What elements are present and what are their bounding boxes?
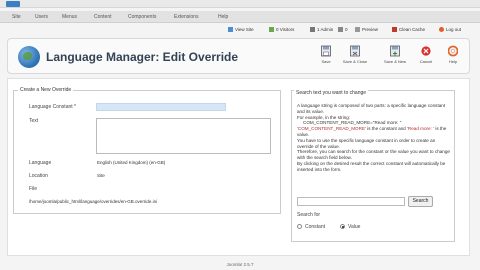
page-title: Language Manager: Edit Override [46,50,239,64]
version-footer: Joomla! 2.5.7 [226,262,254,267]
constant-radio-label: Constant [305,224,326,230]
search-button[interactable]: Search [408,196,433,207]
messages-count[interactable]: 0 [338,27,348,33]
menu-item-components[interactable]: Components [128,14,156,20]
search-for-label: Search for [297,212,321,218]
top-strip [0,0,480,8]
save-close-button[interactable]: Save & Close [342,44,368,70]
cancel-button[interactable]: Cancel [413,44,439,70]
globe-icon [18,46,40,68]
save-icon [321,45,331,57]
value-radio[interactable] [340,224,345,229]
logout-icon [439,27,444,33]
help-icon [448,45,458,57]
preview-icon [355,27,360,33]
admin-menu-bar: Site Users Menus Content Components Exte… [0,11,480,23]
visitors-count: 0 Visitors [269,27,294,33]
help-button[interactable]: Help [440,44,466,70]
search-legend: Search text you want to change [294,90,369,96]
search-input[interactable] [297,197,405,206]
file-label: File [29,186,38,192]
create-override-legend: Create a New Override [18,87,74,93]
menu-item-menus[interactable]: Menus [62,14,77,20]
clean-cache-icon [392,27,397,33]
preview-link[interactable]: Preview [355,27,378,33]
clean-cache-link[interactable]: Clean Cache [392,27,425,33]
save-new-button[interactable]: Save & New [382,44,408,70]
text-label: Text [29,118,39,124]
logout-link[interactable]: Log out [439,27,461,33]
language-constant-input[interactable] [96,103,226,111]
constant-label: Language Constant * [29,104,76,110]
save-close-icon [350,45,360,57]
admin-count: 1 Admin [310,27,333,33]
language-value: English (United Kingdom) (en-GB) [97,160,166,165]
location-label: Location [29,173,48,179]
constant-radio[interactable] [297,224,302,229]
user-icon [310,27,315,33]
language-label: Language [29,160,52,166]
menu-item-site[interactable]: Site [12,14,21,20]
mail-icon [338,27,343,33]
file-path-value: /home/joomla/public_html/language/overri… [29,199,158,204]
menu-item-extensions[interactable]: Extensions [174,14,198,20]
menu-item-content[interactable]: Content [94,14,112,20]
menu-item-help[interactable]: Help [218,14,228,20]
joomla-logo-icon [6,1,20,7]
users-icon [269,27,274,33]
status-strip: View Site 0 Visitors 1 Admin 0 Preview C… [0,24,480,36]
value-radio-label: Value [348,224,361,230]
search-description: A language string is composed of two par… [297,103,450,172]
view-site-link[interactable]: View Site [228,27,254,33]
menu-item-users[interactable]: Users [35,14,48,20]
save-new-icon [390,45,400,57]
location-value: Site [97,173,105,178]
save-button[interactable]: Save [313,44,339,70]
monitor-icon [228,27,233,33]
page-header: Language Manager: Edit Override Save Sav… [7,38,470,74]
cancel-icon [421,46,431,56]
text-textarea[interactable] [96,118,271,154]
